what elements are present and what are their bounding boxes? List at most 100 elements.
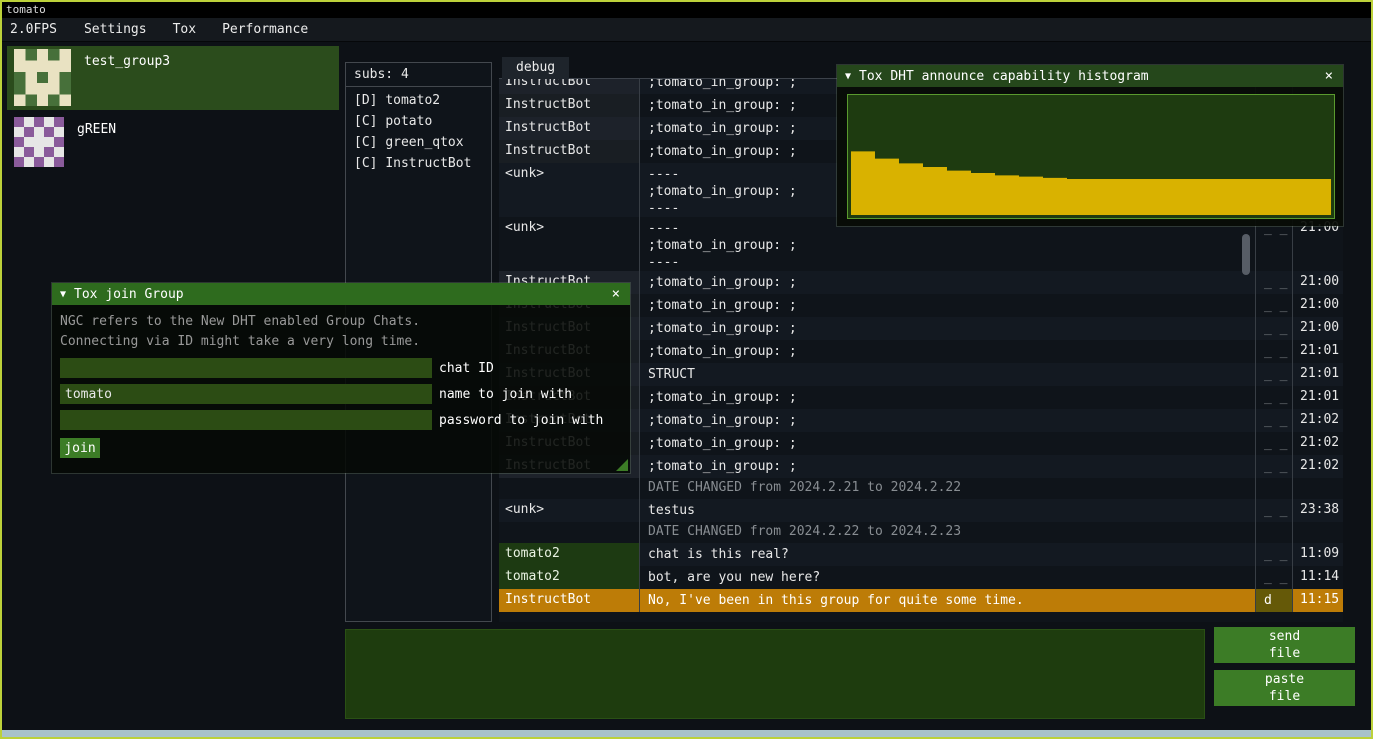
message-text: STRUCT xyxy=(639,363,1256,386)
date-text: DATE CHANGED from 2024.2.21 to 2024.2.22 xyxy=(639,478,1256,499)
message-flags: _ _ xyxy=(1256,566,1293,589)
message-text: testus xyxy=(639,499,1256,522)
message-line: ;tomato_in_group: ; xyxy=(648,435,1247,452)
date-separator: DATE CHANGED from 2024.2.21 to 2024.2.22 xyxy=(499,478,1343,499)
sender-name: tomato2 xyxy=(499,566,639,589)
menu-tox[interactable]: Tox xyxy=(160,18,209,42)
message-line: ;tomato_in_group: ; xyxy=(648,237,1247,254)
member-item-potato[interactable]: [C] potato xyxy=(346,111,491,132)
group-name: gREEN xyxy=(64,114,116,174)
message-time: 21:01 xyxy=(1293,386,1343,409)
message-text: ;tomato_in_group: ; xyxy=(639,271,1256,294)
member-tag: [C] xyxy=(354,135,377,150)
message-flags: _ _ xyxy=(1256,455,1293,478)
message-time: 11:09 xyxy=(1293,543,1343,566)
message-time: 21:02 xyxy=(1293,409,1343,432)
message-time: 11:15 xyxy=(1293,589,1343,612)
sender-name: InstructBot xyxy=(499,117,639,140)
sidebar-item-test-group3[interactable]: test_group3 xyxy=(7,46,339,110)
member-name: tomato2 xyxy=(385,93,440,108)
close-icon[interactable]: × xyxy=(1323,68,1335,84)
message-line: bot, are you new here? xyxy=(648,569,1247,586)
member-tag: [D] xyxy=(354,93,377,108)
menu-bar: 2.0FPS Settings Tox Performance xyxy=(2,18,1371,42)
message-time: 21:01 xyxy=(1293,363,1343,386)
tab-debug[interactable]: debug xyxy=(502,57,569,79)
message-time xyxy=(1293,522,1343,543)
histogram-plot[interactable] xyxy=(847,94,1335,219)
message-text: ;tomato_in_group: ; xyxy=(639,432,1256,455)
member-name: InstructBot xyxy=(385,156,471,171)
message-time: 21:00 xyxy=(1293,317,1343,340)
message-time: 21:00 xyxy=(1293,271,1343,294)
member-item-instructbot[interactable]: [C] InstructBot xyxy=(346,153,491,174)
join-group-window: ▼ Tox join Group × NGC refers to the New… xyxy=(52,283,630,473)
message-input[interactable] xyxy=(345,629,1205,719)
message-line: ;tomato_in_group: ; xyxy=(648,412,1247,429)
collapse-arrow-icon[interactable]: ▼ xyxy=(845,71,851,82)
ngc-info-line2: Connecting via ID might take a very long… xyxy=(60,332,622,352)
paste-file-button[interactable]: paste file xyxy=(1214,670,1355,706)
join-name-label: name to join with xyxy=(439,387,572,402)
message-line: testus xyxy=(648,502,1247,519)
separator xyxy=(346,86,491,87)
chat-row[interactable]: <unk>testus_ _23:38 xyxy=(499,499,1343,522)
sidebar-item-green[interactable]: gREEN xyxy=(7,114,339,174)
message-line: ;tomato_in_group: ; xyxy=(648,389,1247,406)
date-spacer xyxy=(499,522,639,543)
message-line: ---- xyxy=(648,254,1247,271)
message-line: chat is this real? xyxy=(648,546,1247,563)
sender-name: <unk> xyxy=(499,499,639,522)
collapse-arrow-icon[interactable]: ▼ xyxy=(60,289,66,300)
join-group-titlebar[interactable]: ▼ Tox join Group × xyxy=(52,283,630,305)
message-text: ;tomato_in_group: ; xyxy=(639,409,1256,432)
date-text: DATE CHANGED from 2024.2.22 to 2024.2.23 xyxy=(639,522,1256,543)
window-title-text: Tox DHT announce capability histogram xyxy=(859,69,1149,84)
sender-name: InstructBot xyxy=(499,94,639,117)
message-text: ;tomato_in_group: ; xyxy=(639,317,1256,340)
resize-grip[interactable] xyxy=(616,459,628,471)
message-flags xyxy=(1256,522,1293,543)
message-text: bot, are you new here? xyxy=(639,566,1256,589)
message-line: STRUCT xyxy=(648,366,1247,383)
join-password-input[interactable] xyxy=(60,410,432,430)
chat-id-input[interactable] xyxy=(60,358,432,378)
menu-settings[interactable]: Settings xyxy=(71,18,160,42)
message-time: 21:01 xyxy=(1293,340,1343,363)
message-text: ;tomato_in_group: ; xyxy=(639,340,1256,363)
chat-row[interactable]: InstructBotNo, I've been in this group f… xyxy=(499,589,1343,612)
join-button[interactable]: join xyxy=(60,438,100,458)
close-icon[interactable]: × xyxy=(610,286,622,302)
message-flags: _ _ xyxy=(1256,432,1293,455)
message-time xyxy=(1293,478,1343,499)
send-file-button[interactable]: send file xyxy=(1214,627,1355,663)
message-line: ;tomato_in_group: ; xyxy=(648,297,1247,314)
member-name: potato xyxy=(385,114,432,129)
message-flags: _ _ xyxy=(1256,294,1293,317)
taskbar-strip xyxy=(2,730,1371,737)
message-text: No, I've been in this group for quite so… xyxy=(639,589,1256,612)
date-spacer xyxy=(499,478,639,499)
chat-scrollbar-thumb[interactable] xyxy=(1242,234,1250,275)
sender-name: <unk> xyxy=(499,217,639,271)
message-time: 21:02 xyxy=(1293,432,1343,455)
app-window: tomato 2.0FPS Settings Tox Performance t… xyxy=(0,0,1373,739)
message-line: ;tomato_in_group: ; xyxy=(648,320,1247,337)
menu-performance[interactable]: Performance xyxy=(209,18,321,42)
sender-name: InstructBot xyxy=(499,589,639,612)
message-flags: _ _ xyxy=(1256,271,1293,294)
sender-name: InstructBot xyxy=(499,79,639,94)
date-separator: DATE CHANGED from 2024.2.22 to 2024.2.23 xyxy=(499,522,1343,543)
message-flags: _ _ xyxy=(1256,317,1293,340)
member-tag: [C] xyxy=(354,156,377,171)
histogram-series xyxy=(848,95,1334,218)
member-item-tomato2[interactable]: [D] tomato2 xyxy=(346,90,491,111)
chat-row[interactable]: tomato2chat is this real?_ _11:09 xyxy=(499,543,1343,566)
message-flags: _ _ xyxy=(1256,340,1293,363)
ngc-info-line1: NGC refers to the New DHT enabled Group … xyxy=(60,312,622,332)
member-item-green-qtox[interactable]: [C] green_qtox xyxy=(346,132,491,153)
message-text: chat is this real? xyxy=(639,543,1256,566)
join-name-input[interactable] xyxy=(60,384,432,404)
chat-row[interactable]: tomato2bot, are you new here?_ _11:14 xyxy=(499,566,1343,589)
dht-histogram-titlebar[interactable]: ▼ Tox DHT announce capability histogram … xyxy=(837,65,1343,87)
